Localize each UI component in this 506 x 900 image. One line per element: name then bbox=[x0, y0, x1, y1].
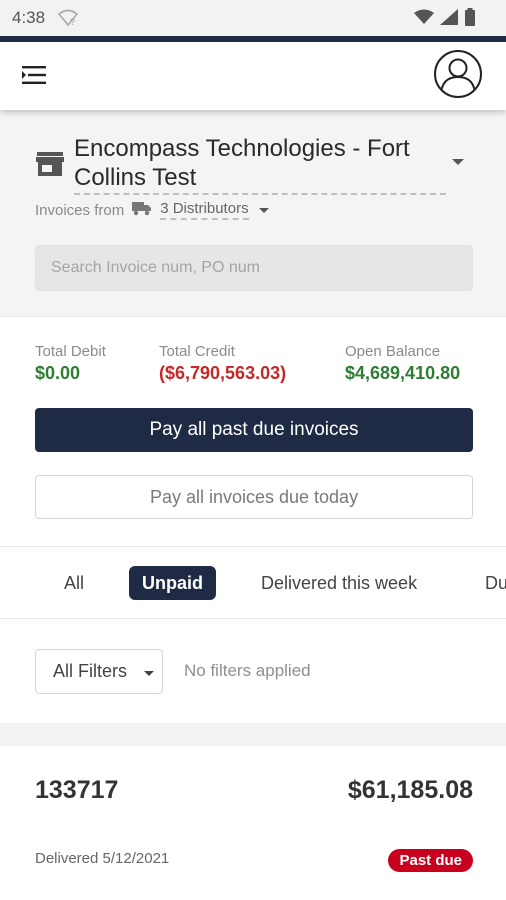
tab-all[interactable]: All bbox=[64, 566, 84, 600]
total-credit-value: ($6,790,563.03) bbox=[159, 363, 287, 383]
menu-icon[interactable] bbox=[22, 64, 48, 86]
search-input[interactable] bbox=[35, 245, 473, 291]
store-icon bbox=[36, 150, 64, 178]
store-selector[interactable]: Encompass Technologies - Fort Collins Te… bbox=[74, 134, 446, 195]
open-balance-label: Open Balance bbox=[345, 343, 441, 360]
total-debit-value: $0.00 bbox=[35, 363, 81, 383]
filters-row: All Filters No filters applied bbox=[0, 619, 506, 723]
invoice-number: 133717 bbox=[35, 776, 119, 804]
invoice-amount: $61,185.08 bbox=[347, 776, 473, 804]
status-time: 4:38 bbox=[12, 8, 46, 27]
totals-section: Total Debit $0.00 Total Credit ($6,790,5… bbox=[0, 316, 506, 546]
total-debit: Total Debit $0.00 bbox=[35, 343, 106, 385]
truck-icon bbox=[132, 200, 152, 220]
past-due-badge: Past due bbox=[388, 849, 473, 872]
total-debit-label: Total Debit bbox=[35, 343, 106, 360]
distributors-selector[interactable]: 3 Distributors bbox=[160, 200, 249, 220]
svg-text:?: ? bbox=[70, 17, 75, 27]
filters-dropdown-icon bbox=[144, 671, 154, 676]
pay-due-today-button[interactable]: Pay all invoices due today bbox=[35, 475, 473, 519]
pay-past-due-button[interactable]: Pay all past due invoices bbox=[35, 408, 473, 452]
tab-delivered-this-week[interactable]: Delivered this week bbox=[261, 566, 417, 600]
store-dropdown-icon[interactable] bbox=[452, 159, 464, 165]
invoice-card[interactable]: 133717 $61,185.08 Delivered 5/12/2021 Pa… bbox=[0, 746, 506, 900]
invoice-delivered-date: Delivered 5/12/2021 bbox=[35, 850, 170, 867]
invoices-from-row: Invoices from 3 Distributors bbox=[35, 200, 269, 220]
battery-icon bbox=[464, 8, 476, 31]
open-balance-value: $4,689,410.80 bbox=[345, 363, 461, 383]
total-credit: Total Credit ($6,790,563.03) bbox=[159, 343, 286, 385]
tab-unpaid[interactable]: Unpaid bbox=[129, 566, 216, 600]
app-bar bbox=[0, 42, 506, 110]
tab-due[interactable]: Du bbox=[485, 566, 506, 600]
store-header: Encompass Technologies - Fort Collins Te… bbox=[0, 110, 506, 316]
profile-avatar-icon[interactable] bbox=[434, 50, 482, 98]
all-filters-label: All Filters bbox=[53, 661, 128, 681]
filter-status-text: No filters applied bbox=[184, 661, 311, 680]
invoice-tabs: All Unpaid Delivered this week Du bbox=[0, 546, 506, 619]
cell-signal-icon bbox=[440, 9, 458, 30]
status-bar: 4:38 ? bbox=[0, 0, 506, 36]
list-divider bbox=[0, 723, 506, 746]
wifi-question-icon: ? bbox=[57, 9, 79, 32]
invoices-from-label: Invoices from bbox=[35, 201, 125, 219]
distributors-dropdown-icon[interactable] bbox=[258, 207, 269, 213]
all-filters-button[interactable]: All Filters bbox=[35, 649, 163, 694]
wifi-icon bbox=[414, 9, 434, 30]
open-balance: Open Balance $4,689,410.80 bbox=[345, 343, 460, 385]
total-credit-label: Total Credit bbox=[159, 343, 235, 360]
